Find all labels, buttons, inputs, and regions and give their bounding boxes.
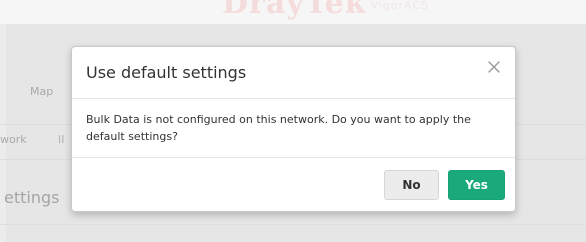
tab-partial[interactable]: II — [58, 133, 65, 146]
dialog-body: Bulk Data is not configured on this netw… — [72, 99, 515, 158]
dialog-title: Use default settings — [86, 63, 247, 82]
no-button[interactable]: No — [384, 170, 439, 200]
app-header: DrayTek VigorACS — [0, 0, 586, 24]
close-button[interactable] — [486, 59, 502, 75]
close-icon — [488, 61, 500, 73]
dialog-header: Use default settings — [72, 47, 515, 99]
brand-logo: DrayTek VigorACS — [222, 0, 429, 21]
nav-item-map[interactable]: Map — [30, 85, 53, 98]
settings-heading: ettings — [4, 188, 60, 207]
default-settings-dialog: Use default settings Bulk Data is not co… — [71, 46, 516, 212]
tab-network[interactable]: work — [0, 133, 27, 146]
dialog-message: Bulk Data is not configured on this netw… — [86, 113, 471, 143]
brand-logo-text: DrayTek — [222, 0, 367, 21]
dialog-footer: No Yes — [72, 158, 515, 211]
yes-button[interactable]: Yes — [448, 170, 505, 200]
brand-logo-subtext: VigorACS — [370, 0, 430, 12]
divider — [0, 224, 586, 225]
